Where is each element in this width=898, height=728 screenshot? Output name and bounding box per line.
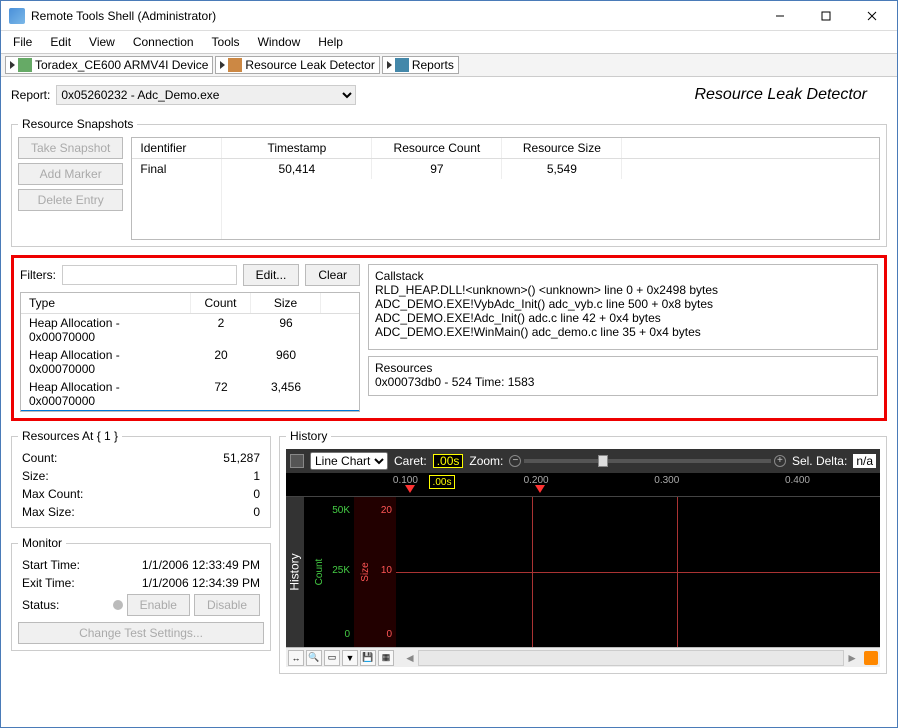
crumb-reports[interactable]: Reports — [382, 56, 459, 74]
disable-button[interactable]: Disable — [194, 594, 260, 616]
report-label: Report: — [11, 88, 50, 102]
tool-grid-icon[interactable]: ▦ — [378, 650, 394, 666]
tool-crosshair-icon[interactable]: ↔ — [288, 650, 304, 666]
y-axis-size: Size 20 10 0 — [354, 497, 396, 647]
callstack-label: Callstack — [375, 269, 871, 283]
delete-entry-button[interactable]: Delete Entry — [18, 189, 123, 211]
take-snapshot-button[interactable]: Take Snapshot — [18, 137, 123, 159]
maximize-button[interactable] — [803, 1, 849, 31]
menu-bar: File Edit View Connection Tools Window H… — [1, 31, 897, 53]
crumb-tool[interactable]: Resource Leak Detector — [215, 56, 379, 74]
time-ruler[interactable]: 0.100 .00s 0.200 0.300 0.400 — [286, 473, 880, 497]
window-title: Remote Tools Shell (Administrator) — [31, 9, 757, 23]
menu-view[interactable]: View — [81, 33, 123, 51]
table-row[interactable]: Final 50,414 97 5,549 — [132, 159, 879, 179]
highlighted-region: Filters: Edit... Clear Type Count Size H… — [11, 255, 887, 421]
caret-value: .00s — [433, 454, 464, 468]
menu-tools[interactable]: Tools — [204, 33, 248, 51]
menu-edit[interactable]: Edit — [42, 33, 79, 51]
zoom-slider[interactable]: − + — [509, 455, 786, 467]
resources-panel[interactable]: Resources 0x00073db0 - 524 Time: 1583 — [368, 356, 878, 396]
delete-icon[interactable] — [864, 651, 878, 665]
detector-icon — [228, 58, 242, 72]
y-axis-count: Count 50K 25K 0 — [304, 497, 354, 647]
menu-window[interactable]: Window — [250, 33, 309, 51]
report-select[interactable]: 0x05260232 - Adc_Demo.exe — [56, 85, 356, 105]
filters-input[interactable] — [62, 265, 237, 285]
tool-brand: Resource Leak Detector — [388, 86, 887, 104]
app-icon — [9, 8, 25, 24]
tool-save-icon[interactable]: 💾 — [360, 650, 376, 666]
resources-label: Resources — [375, 361, 871, 375]
tool-zoom-icon[interactable]: 🔍 — [306, 650, 322, 666]
tool-dropdown-icon[interactable]: ▼ — [342, 650, 358, 666]
close-button[interactable] — [849, 1, 895, 31]
zoom-out-icon[interactable]: − — [509, 455, 521, 467]
history-group: History Line Chart Caret: .00s Zoom: − +… — [279, 429, 887, 674]
chart-type-select[interactable]: Line Chart — [310, 452, 388, 470]
menu-connection[interactable]: Connection — [125, 33, 202, 51]
filters-label: Filters: — [20, 268, 56, 282]
filters-edit-button[interactable]: Edit... — [243, 264, 300, 286]
breadcrumb: Toradex_CE600 ARMV4I Device Resource Lea… — [1, 53, 897, 77]
marker-icon[interactable] — [405, 485, 415, 493]
type-table[interactable]: Type Count Size Heap Allocation - 0x0007… — [20, 292, 360, 412]
callstack-panel[interactable]: Callstack RLD_HEAP.DLL!<unknown>() <unkn… — [368, 264, 878, 350]
tool-rect-icon[interactable]: ▭ — [324, 650, 340, 666]
status-dot-icon — [113, 600, 123, 610]
chart-plot[interactable] — [396, 497, 880, 647]
sel-delta-value: n/a — [853, 454, 876, 468]
h-scrollbar[interactable] — [418, 650, 844, 666]
table-row[interactable]: Heap Allocation - 0x00070000296 — [21, 314, 359, 346]
monitor-group: Monitor Start Time:1/1/2006 12:33:49 PM … — [11, 536, 271, 651]
zoom-in-icon[interactable]: + — [774, 455, 786, 467]
change-settings-button[interactable]: Change Test Settings... — [18, 622, 264, 644]
menu-file[interactable]: File — [5, 33, 40, 51]
minimize-button[interactable] — [757, 1, 803, 31]
snapshots-table[interactable]: Identifier Timestamp Resource Count Reso… — [131, 137, 880, 240]
table-row[interactable]: Heap Allocation - 0x00070000723,456 — [21, 378, 359, 410]
marker-icon[interactable] — [535, 485, 545, 493]
history-panel-label: History — [286, 497, 304, 647]
snapshots-group: Resource Snapshots Take Snapshot Add Mar… — [11, 117, 887, 247]
report-icon — [395, 58, 409, 72]
menu-help[interactable]: Help — [310, 33, 351, 51]
table-row[interactable]: Heap Allocation - 0x000700001524 — [21, 410, 359, 412]
crumb-device[interactable]: Toradex_CE600 ARMV4I Device — [5, 56, 213, 74]
enable-button[interactable]: Enable — [127, 594, 190, 616]
filters-clear-button[interactable]: Clear — [305, 264, 360, 286]
history-menu-icon[interactable] — [290, 454, 304, 468]
add-marker-button[interactable]: Add Marker — [18, 163, 123, 185]
resources-at-group: Resources At { 1 } Count:51,287 Size:1 M… — [11, 429, 271, 528]
device-icon — [18, 58, 32, 72]
table-row[interactable]: Heap Allocation - 0x0007000020960 — [21, 346, 359, 378]
